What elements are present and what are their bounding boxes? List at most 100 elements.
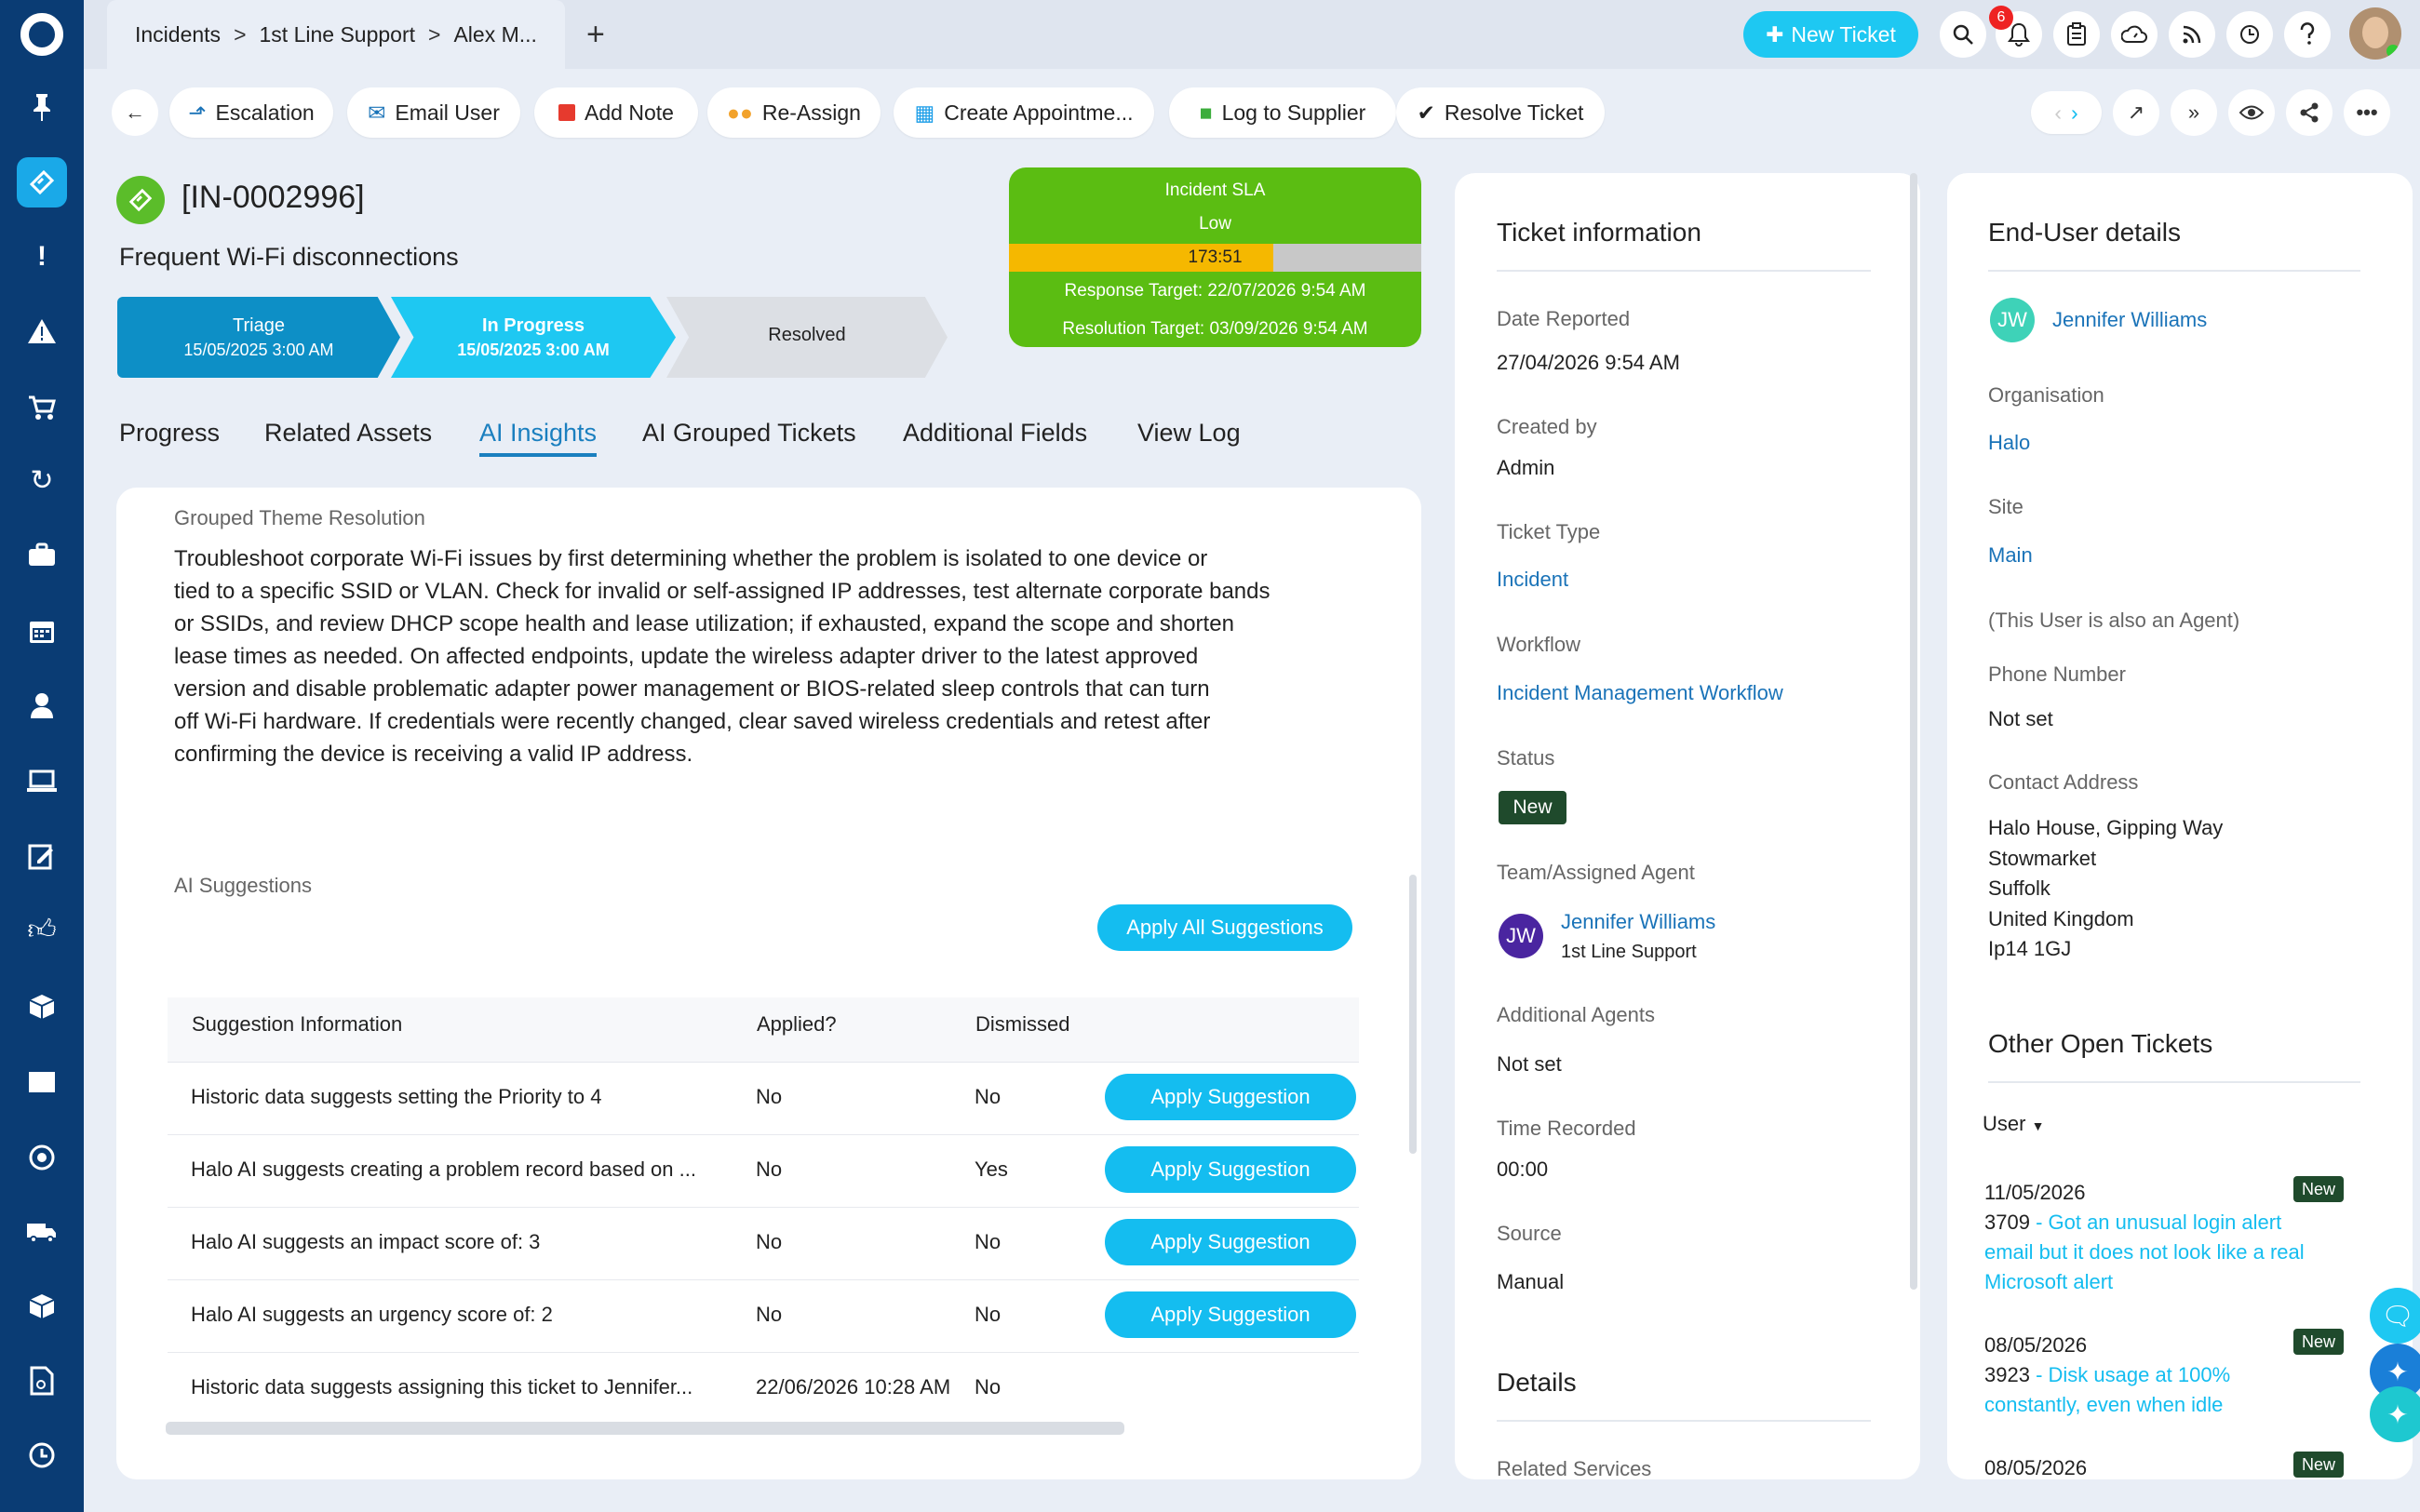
more-options-icon[interactable]: ••• <box>2344 89 2390 136</box>
grouped-theme-label: Grouped Theme Resolution <box>174 506 425 529</box>
stage-resolved[interactable]: Resolved <box>666 297 948 378</box>
exclamation-icon[interactable]: ! <box>0 231 84 283</box>
divider <box>1497 270 1871 272</box>
apply-suggestion-button[interactable]: Apply Suggestion <box>1105 1219 1356 1265</box>
pin-icon[interactable] <box>0 81 84 133</box>
chat-icon[interactable]: 🗨︎ <box>2370 1288 2420 1344</box>
resolve-ticket-button[interactable]: ✔ Resolve Ticket <box>1396 87 1605 138</box>
breadcrumb-incidents[interactable]: Incidents <box>135 22 221 47</box>
help-icon[interactable] <box>2284 11 2331 58</box>
chevron-left-icon[interactable]: ‹ <box>2054 100 2062 126</box>
add-tab-button[interactable]: + <box>586 17 605 53</box>
email-user-label: Email User <box>395 100 500 125</box>
assigned-agent-link[interactable]: Jennifer Williams <box>1561 910 1715 934</box>
book-icon[interactable] <box>0 1055 84 1107</box>
site-label: Site <box>1988 495 2023 518</box>
briefcase-icon[interactable] <box>0 529 84 581</box>
calendar-small-icon: ▦ <box>914 100 935 125</box>
apply-suggestion-button[interactable]: Apply Suggestion <box>1105 1291 1356 1338</box>
thumbs-up-icon[interactable]: 👍︎ <box>0 904 84 957</box>
vertical-scrollbar[interactable] <box>1409 875 1417 1154</box>
share-icon[interactable] <box>2286 89 2333 136</box>
address-line: Ip14 1GJ <box>1988 937 2072 960</box>
email-user-button[interactable]: ✉ Email User <box>347 87 520 138</box>
calendar-icon[interactable] <box>0 605 84 657</box>
contact-address: Halo House, Gipping Way Stowmarket Suffo… <box>1988 813 2223 965</box>
tab-progress[interactable]: Progress <box>119 419 220 448</box>
gauge-icon[interactable] <box>0 1131 84 1184</box>
tab-additional-fields[interactable]: Additional Fields <box>903 419 1087 448</box>
history-icon[interactable] <box>2226 11 2273 58</box>
user-avatar[interactable] <box>2349 7 2401 60</box>
sync-icon[interactable]: ↻ <box>0 454 84 506</box>
escalation-arrow-icon: ⬏ <box>188 100 207 125</box>
package-icon[interactable] <box>0 1280 84 1332</box>
table-row: Halo AI suggests an impact score of: 3 N… <box>168 1208 1359 1280</box>
horizontal-scrollbar[interactable] <box>166 1422 1124 1435</box>
new-ticket-button[interactable]: ✚ New Ticket <box>1743 11 1918 58</box>
tab-ai-grouped-tickets[interactable]: AI Grouped Tickets <box>642 419 856 448</box>
warning-icon[interactable] <box>0 305 84 357</box>
date-reported-value: 27/04/2026 9:54 AM <box>1497 351 1680 374</box>
open-external-icon[interactable]: ↗ <box>2113 89 2159 136</box>
apply-all-suggestions-button[interactable]: Apply All Suggestions <box>1097 904 1352 951</box>
stage-name: Resolved <box>768 325 846 345</box>
envelope-icon: ✉ <box>368 100 386 125</box>
apply-suggestion-button[interactable]: Apply Suggestion <box>1105 1074 1356 1120</box>
search-icon[interactable] <box>1940 11 1986 58</box>
organisation-link[interactable]: Halo <box>1988 431 2030 455</box>
create-appointment-label: Create Appointme... <box>944 100 1134 125</box>
clipboard-icon[interactable] <box>2053 11 2100 58</box>
truck-icon[interactable] <box>0 1206 84 1258</box>
user-icon[interactable] <box>0 679 84 731</box>
clock-icon[interactable] <box>0 1429 84 1481</box>
ticket-info-scrollbar[interactable] <box>1910 173 1917 1290</box>
escalation-button[interactable]: ⬏ Escalation <box>169 87 333 138</box>
response-target: Response Target: 22/07/2026 9:54 AM <box>1064 281 1366 301</box>
breadcrumb-team[interactable]: 1st Line Support <box>260 22 416 47</box>
stage-triage[interactable]: Triage 15/05/2025 3:00 AM <box>117 297 400 378</box>
address-line: Stowmarket <box>1988 846 2097 870</box>
online-status-dot <box>2386 45 2400 58</box>
double-chevron-icon[interactable]: » <box>2171 89 2217 136</box>
box-icon[interactable] <box>0 981 84 1033</box>
site-link[interactable]: Main <box>1988 543 2033 568</box>
ticket-icon[interactable] <box>0 156 84 208</box>
tickets-filter-dropdown[interactable]: User ▼ <box>1983 1112 2044 1136</box>
reassign-button[interactable]: ●● Re-Assign <box>707 87 881 138</box>
eye-icon[interactable] <box>2228 89 2275 136</box>
caret-down-icon: ▼ <box>2031 1118 2045 1133</box>
create-appointment-button[interactable]: ▦ Create Appointme... <box>894 87 1154 138</box>
tab-related-assets[interactable]: Related Assets <box>264 419 432 448</box>
cloud-gauge-icon[interactable] <box>2111 11 2158 58</box>
breadcrumb-separator: > <box>428 21 441 47</box>
tab-ai-insights[interactable]: AI Insights <box>479 419 598 457</box>
document-icon[interactable] <box>0 1355 84 1407</box>
chevron-right-icon[interactable]: › <box>2071 100 2078 126</box>
workflow-link[interactable]: Incident Management Workflow <box>1497 681 1783 705</box>
laptop-icon[interactable] <box>0 756 84 808</box>
header-suggestion-information: Suggestion Information <box>192 1012 403 1036</box>
tab-view-log[interactable]: View Log <box>1137 419 1241 448</box>
apply-suggestion-button[interactable]: Apply Suggestion <box>1105 1146 1356 1193</box>
ticket-type-link[interactable]: Incident <box>1497 568 1568 592</box>
log-to-supplier-label: Log to Supplier <box>1221 100 1366 125</box>
rss-icon[interactable] <box>2169 11 2215 58</box>
suggestion-info: Historic data suggests assigning this ti… <box>191 1375 693 1398</box>
log-to-supplier-button[interactable]: ■ Log to Supplier <box>1169 87 1396 138</box>
stage-in-progress[interactable]: In Progress 15/05/2025 3:00 AM <box>391 297 676 378</box>
ai-assistant-icon[interactable]: ✦ <box>2370 1386 2420 1442</box>
back-button[interactable]: ← <box>112 89 158 136</box>
halo-logo[interactable] <box>20 13 63 56</box>
resolution-line: lease times as needed. On affected endpo… <box>174 644 1199 669</box>
end-user-name-link[interactable]: Jennifer Williams <box>2052 308 2207 332</box>
breadcrumb-ticket[interactable]: Alex M... <box>453 22 536 47</box>
created-by-value: Admin <box>1497 456 1555 479</box>
stage-date: 15/05/2025 3:00 AM <box>183 340 334 359</box>
edit-icon[interactable] <box>0 830 84 882</box>
header-dismissed: Dismissed <box>975 1012 1070 1036</box>
other-open-tickets-title: Other Open Tickets <box>1988 1029 2213 1058</box>
add-note-button[interactable]: Add Note <box>534 87 698 138</box>
suggestions-table-header: Suggestion Information Applied? Dismisse… <box>168 997 1359 1063</box>
cart-icon[interactable] <box>0 381 84 434</box>
